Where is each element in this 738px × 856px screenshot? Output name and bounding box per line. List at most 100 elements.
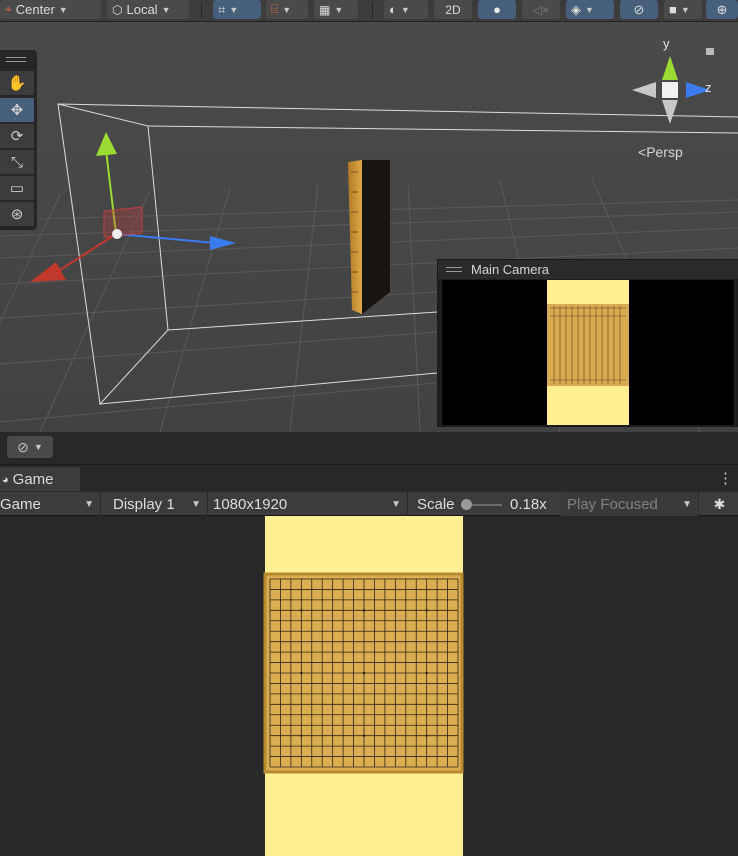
persp-label: Persp — [646, 144, 683, 160]
star-point — [362, 734, 366, 737]
chevron-down-icon: ▼ — [191, 498, 201, 510]
hand-icon: ✋ — [7, 75, 27, 92]
drag-handle-icon[interactable] — [6, 57, 26, 62]
chevron-down-icon: ▼ — [682, 498, 692, 510]
scene-bottom-bar: ⊘ ▼ — [0, 432, 738, 464]
chevron-down-icon: ▼ — [33, 442, 43, 452]
rotate-icon: ⟳ — [10, 128, 24, 145]
gizmo-options-dropdown[interactable]: ⊘ ▼ — [7, 436, 53, 458]
scene-view[interactable]: y z ✋ ✥ ⟳ ⤡ ▭ ⊛ <Persp Main Camera — [0, 22, 738, 432]
gamepad-icon: ◕ — [2, 473, 9, 486]
tools-overlay: ✋ ✥ ⟳ ⤡ ▭ ⊛ — [0, 50, 37, 230]
chevron-down-icon: ▼ — [334, 4, 344, 15]
more-options-icon[interactable]: ⋮ — [718, 469, 733, 487]
star-point — [362, 609, 366, 612]
move-tool-button[interactable]: ✥ — [0, 98, 34, 122]
game-tab-bar: ◕ Game ⋮ — [0, 464, 738, 492]
grid-snap-icon: ⌗ — [218, 1, 226, 17]
tab-game-label: Game — [12, 471, 54, 488]
camera-preview-title: Main Camera — [438, 260, 738, 279]
star-point — [425, 734, 428, 737]
star-point — [362, 671, 366, 675]
chevron-down-icon: ▼ — [229, 4, 239, 15]
chevron-down-icon: ▼ — [391, 498, 401, 510]
axis-y-label: y — [663, 36, 670, 51]
scale-icon: ⤡ — [10, 153, 23, 171]
play-mode-value: Play Focused — [567, 495, 658, 513]
draw-mode-dropdown[interactable]: ◐ ▼ — [384, 0, 428, 19]
chevron-down-icon: ▼ — [585, 4, 594, 15]
scale-label: Scale — [417, 495, 455, 513]
scale-value: 0.18x — [510, 495, 547, 513]
eye-slash-icon: ⊘ — [633, 1, 645, 17]
star-point — [300, 734, 303, 737]
camera-settings-dropdown[interactable]: ■ ▼ — [664, 0, 702, 19]
rotate-tool-button[interactable]: ⟳ — [0, 124, 34, 148]
projection-toggle[interactable]: <Persp — [638, 144, 683, 160]
grid-icon: ▦ — [319, 2, 331, 17]
grid-visibility-dropdown[interactable]: ▦ ▼ — [314, 0, 358, 19]
toggle-2d-button[interactable]: 2D — [434, 0, 472, 19]
chevron-down-icon: ▼ — [84, 498, 94, 510]
grid-snapping-dropdown[interactable]: ⌗ ▼ — [213, 0, 261, 19]
toggle-2d-label: 2D — [445, 2, 461, 17]
scale-tool-button[interactable]: ⤡ — [0, 150, 34, 174]
layers-icon: ◈ — [571, 1, 581, 17]
chevron-down-icon: ▼ — [161, 4, 171, 15]
toolbar-divider — [201, 2, 202, 18]
resolution-value: 1080x1920 — [213, 495, 288, 513]
cube-icon: ⬡ — [112, 2, 123, 17]
display-value: Display 1 — [113, 495, 175, 513]
pivot-mode-label: Center — [15, 2, 55, 17]
effects-dropdown[interactable]: ◈ ▼ — [566, 0, 614, 19]
pivot-mode-dropdown[interactable]: ⌖ Center ▼ — [0, 0, 101, 19]
debug-stats-button[interactable]: ✱ — [701, 492, 738, 516]
shading-mode-icon: ◐ — [389, 2, 397, 17]
pivot-space-label: Local — [126, 2, 158, 17]
camera-preview-image — [442, 280, 734, 425]
transform-icon: ⊛ — [10, 206, 24, 223]
snap-increment-icon: ⌸ — [271, 2, 279, 16]
view-type-value: Game — [0, 495, 41, 513]
view-type-dropdown[interactable]: Game ▼ — [0, 492, 101, 516]
bug-icon: ✱ — [713, 495, 726, 512]
resolution-dropdown[interactable]: 1080x1920 ▼ — [209, 492, 408, 516]
camera-icon: ■ — [669, 2, 677, 17]
camera-preview-overlay[interactable]: Main Camera — [437, 259, 738, 427]
scene-audio-toggle[interactable]: ◁× — [522, 0, 560, 19]
chevron-down-icon: ▼ — [58, 4, 68, 15]
star-point — [300, 671, 303, 675]
toolbar-divider — [372, 2, 373, 18]
compass-icon: ⊘ — [17, 438, 29, 455]
tab-game[interactable]: ◕ Game — [0, 467, 80, 492]
board-object[interactable] — [348, 160, 390, 314]
star-point — [300, 609, 303, 612]
pivot-icon: ⌖ — [5, 2, 12, 16]
display-dropdown[interactable]: Display 1 ▼ — [103, 492, 208, 516]
axis-z-label: z — [705, 80, 712, 95]
rect-icon: ▭ — [9, 180, 25, 197]
star-point — [425, 609, 428, 612]
scene-toolbar: ⌖ Center ▼ ⬡ Local ▼ ⌗ ▼ ⌸ ▼ ▦ ▼ ◐ ▼ 2D — [0, 0, 738, 22]
play-mode-dropdown[interactable]: Play Focused ▼ — [561, 492, 699, 516]
game-view[interactable] — [0, 516, 738, 856]
scale-slider-thumb[interactable] — [460, 499, 472, 510]
scene-lighting-toggle[interactable]: ● — [478, 0, 516, 19]
light-bulb-icon: ● — [493, 2, 501, 17]
incremental-snap-dropdown[interactable]: ⌸ ▼ — [266, 0, 308, 19]
game-render — [263, 516, 464, 856]
transform-tool-button[interactable]: ⊛ — [0, 202, 34, 226]
pivot-space-dropdown[interactable]: ⬡ Local ▼ — [107, 0, 189, 19]
perspective-icon: < — [638, 144, 647, 160]
move-icon: ✥ — [10, 102, 24, 119]
chevron-down-icon: ▼ — [680, 4, 690, 15]
gizmos-toggle[interactable]: ⊕ — [706, 0, 738, 19]
star-point — [425, 671, 428, 675]
hidden-objects-toggle[interactable]: ⊘ — [620, 0, 658, 19]
scale-control: Scale 0.18x — [410, 492, 560, 516]
hand-tool-button[interactable]: ✋ — [0, 71, 34, 95]
game-toolbar: Game ▼ Display 1 ▼ 1080x1920 ▼ Scale 0.1… — [0, 491, 738, 516]
rect-tool-button[interactable]: ▭ — [0, 176, 34, 200]
drag-handle-icon[interactable] — [446, 267, 462, 272]
audio-mute-icon: ◁× — [532, 2, 550, 17]
